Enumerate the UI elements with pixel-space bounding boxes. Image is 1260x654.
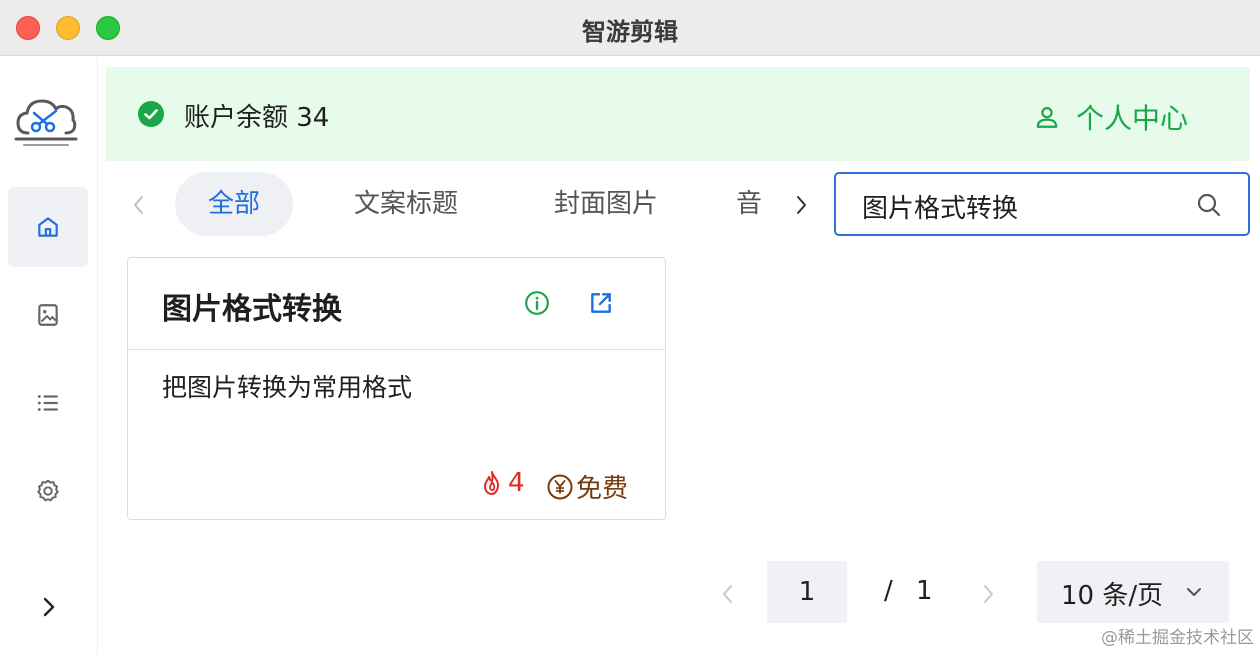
page-size-value: 10 条/页 — [1061, 581, 1164, 611]
info-button[interactable] — [524, 290, 550, 316]
chevron-left-icon — [723, 585, 732, 603]
account-balance: 账户余额 34 — [184, 103, 330, 133]
title-bar: 智游剪辑 — [0, 0, 1260, 56]
sidebar-item-settings[interactable] — [8, 451, 88, 531]
search-icon[interactable] — [1196, 192, 1222, 218]
profile-label: 个人中心 — [1075, 102, 1188, 135]
tabs-scroll-right[interactable] — [788, 190, 814, 220]
sidebar — [0, 57, 98, 654]
open-external-button[interactable] — [588, 290, 614, 316]
app-logo — [14, 93, 78, 149]
sidebar-item-image[interactable] — [8, 275, 88, 355]
image-icon — [38, 304, 58, 326]
check-circle-icon — [138, 101, 164, 127]
home-icon — [38, 217, 58, 237]
user-icon — [1036, 107, 1058, 128]
tab-audio[interactable]: 音 — [736, 172, 786, 236]
tab-cover-image[interactable]: 封面图片 — [530, 172, 682, 236]
chevron-down-icon — [1187, 588, 1201, 596]
price-tag: 免费 — [546, 468, 628, 505]
pagination-separator: / — [884, 576, 893, 606]
tab-all[interactable]: 全部 — [175, 172, 293, 236]
chevron-right-icon — [797, 196, 806, 214]
pagination-total-pages: 1 — [916, 576, 933, 606]
search-input[interactable]: 图片格式转换 — [834, 172, 1250, 236]
hot-count: 4 — [480, 468, 525, 498]
fire-icon — [484, 471, 499, 495]
price-label: 免费 — [576, 474, 629, 504]
card-title: 图片格式转换 — [162, 292, 342, 327]
list-icon — [37, 395, 58, 411]
tabs-scroll-left[interactable] — [128, 190, 150, 220]
hot-count-value: 4 — [508, 468, 525, 498]
window-title: 智游剪辑 — [582, 18, 678, 46]
info-icon — [525, 291, 549, 315]
chevron-right-icon — [43, 597, 55, 617]
account-banner: 账户余额 34 个人中心 — [106, 67, 1250, 161]
sidebar-expand-button[interactable] — [8, 567, 88, 647]
tab-copywriting[interactable]: 文案标题 — [330, 172, 482, 236]
yen-coin-icon — [547, 474, 573, 499]
card-description: 把图片转换为常用格式 — [162, 373, 413, 402]
page-size-select[interactable]: 10 条/页 — [1037, 561, 1229, 623]
search-input-value[interactable]: 图片格式转换 — [862, 188, 1018, 225]
watermark: @稀土掘金技术社区 — [1101, 628, 1254, 648]
tool-card[interactable]: 图片格式转换 把图片转换为常用格式 4 免费 — [127, 257, 666, 520]
sidebar-item-list[interactable] — [8, 363, 88, 443]
card-header: 图片格式转换 — [128, 258, 665, 350]
chevron-left-icon — [134, 196, 143, 214]
pagination-next-button[interactable] — [974, 579, 1002, 609]
sidebar-item-home[interactable] — [8, 187, 88, 267]
profile-link[interactable]: 个人中心 — [1034, 97, 1188, 137]
external-link-icon — [591, 293, 611, 313]
chevron-right-icon — [984, 585, 993, 603]
pagination-current-page[interactable]: 1 — [767, 561, 847, 623]
gear-icon — [37, 479, 59, 502]
pagination-prev-button[interactable] — [714, 579, 742, 609]
